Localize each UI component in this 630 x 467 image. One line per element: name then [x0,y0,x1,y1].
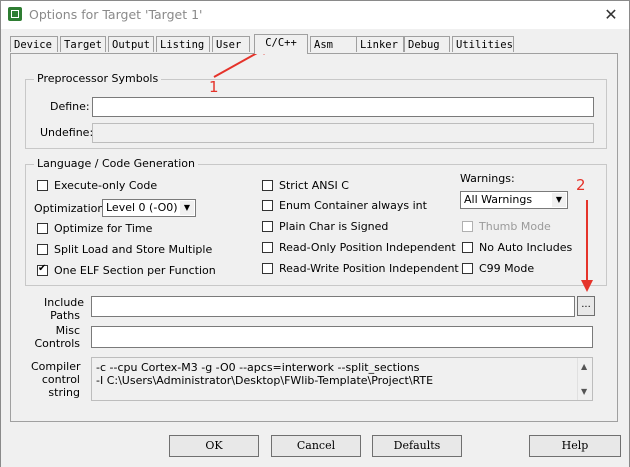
arrowhead-2-icon [581,280,593,292]
annotation-overlay [213,44,593,292]
tab-c-cpp[interactable]: C/C++ [254,34,308,54]
annotation-marker-1: 1 [209,78,219,96]
annotation-marker-2: 2 [576,176,586,194]
